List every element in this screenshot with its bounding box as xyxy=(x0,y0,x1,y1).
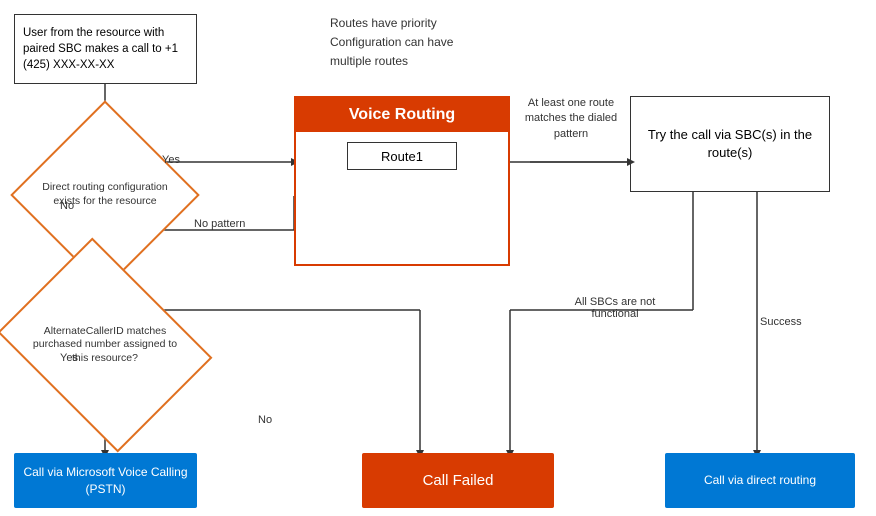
label-all-sbc: All SBCs are not functional xyxy=(560,296,670,320)
diamond1-label: Direct routing configuration exists for … xyxy=(38,177,172,212)
diagram: User from the resource with paired SBC m… xyxy=(0,0,876,516)
diamond-alternatecallerid: AlternateCallerID matches purchased numb… xyxy=(20,278,190,412)
call-via-ms-box: Call via Microsoft Voice Calling (PSTN) xyxy=(14,453,197,508)
diamond2-label: AlternateCallerID matches purchased numb… xyxy=(20,321,190,370)
route1-box: Route1 xyxy=(347,142,457,170)
diamond-direct-routing: Direct routing configuration exists for … xyxy=(38,128,172,262)
start-note: User from the resource with paired SBC m… xyxy=(14,14,197,84)
call-failed-box: Call Failed xyxy=(362,453,554,508)
label-yes1: Yes xyxy=(162,154,180,166)
try-sbc-box: Try the call via SBC(s) in the route(s) xyxy=(630,96,830,192)
label-no-pattern: No pattern xyxy=(194,218,245,230)
call-direct-box: Call via direct routing xyxy=(665,453,855,508)
voice-routing-header: Voice Routing xyxy=(296,98,508,132)
voice-routing-container: Voice Routing Route 3 Route 2 Route1 xyxy=(294,96,510,266)
label-success: Success xyxy=(760,316,802,328)
routes-note: Routes have priority Configuration can h… xyxy=(330,14,453,72)
at-least-note: At least one route matches the dialed pa… xyxy=(516,96,626,142)
label-no2: No xyxy=(258,414,272,426)
